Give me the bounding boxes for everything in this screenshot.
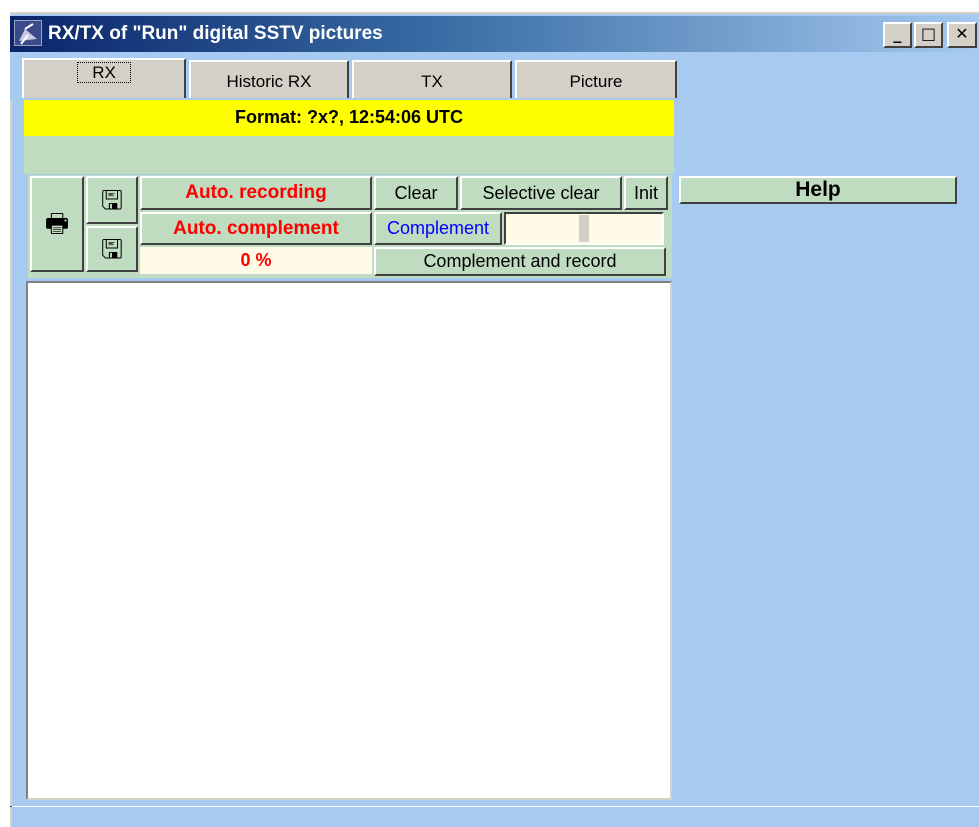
maximize-button[interactable]: □ [914,22,943,48]
complement-record-button[interactable]: Complement and record [374,247,666,276]
init-button[interactable]: Init [624,176,668,210]
floppy-disk-icon: 🖫 [100,234,124,264]
printer-icon: 🖶 [44,208,70,238]
minimize-icon: _ [893,24,902,43]
save-all-button[interactable]: 🖫 [86,226,138,272]
percent-display: 0 % [140,247,372,274]
maximize-icon: □ [920,24,937,43]
progress-indicator [579,215,589,242]
selective-clear-button[interactable]: Selective clear [460,176,622,210]
floppy-disk-icon: 🖫 [100,185,124,215]
auto-complement-button[interactable]: Auto. complement [140,212,372,245]
tab-rx-label: RX [77,62,131,83]
complement-button[interactable]: Complement [374,212,502,245]
minimize-button[interactable]: _ [883,22,912,48]
save-button[interactable]: 🖫 [86,176,138,224]
format-status: Format: ?x?, 12:54:06 UTC [24,100,674,136]
close-icon: ✕ [955,24,969,43]
auto-recording-button[interactable]: Auto. recording [140,176,372,210]
tab-tx[interactable]: TX [352,60,512,98]
status-footer [12,806,979,827]
satellite-dish-icon[interactable] [14,20,42,46]
tab-historic-rx[interactable]: Historic RX [189,60,349,98]
tab-rx[interactable]: RX [22,58,186,98]
tab-picture[interactable]: Picture [515,60,677,98]
close-button[interactable]: ✕ [947,22,977,48]
info-strip [24,136,674,174]
window-title: RX/TX of "Run" digital SSTV pictures [48,23,383,44]
clear-button[interactable]: Clear [374,176,458,210]
print-button[interactable]: 🖶 [30,176,84,272]
help-button[interactable]: Help [679,176,957,204]
picture-area[interactable] [26,281,672,800]
complement-progress [504,212,664,245]
